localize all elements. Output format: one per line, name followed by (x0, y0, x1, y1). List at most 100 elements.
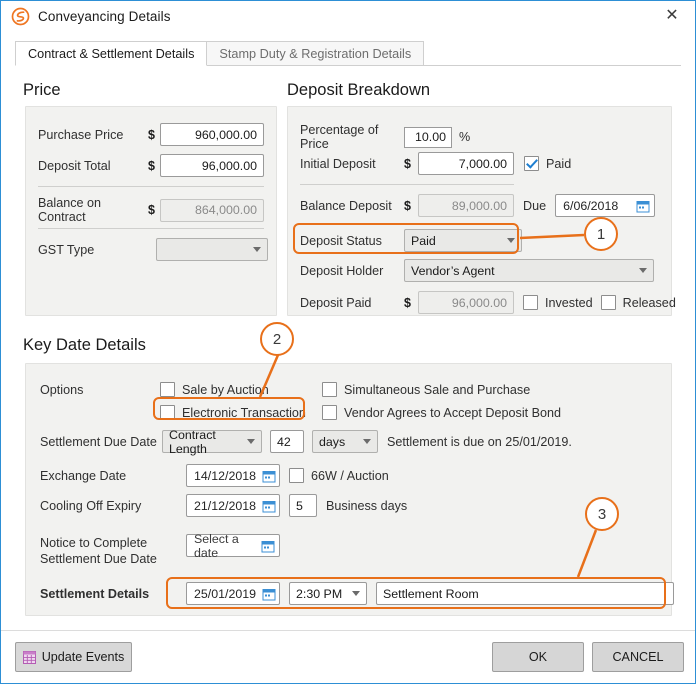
ok-button[interactable]: OK (492, 642, 584, 672)
due-date-value: 6/06/2018 (563, 198, 619, 213)
callout-bubble-2: 2 (260, 322, 294, 356)
balance-on-contract-row: Balance on Contract $ 864,000.00 (38, 196, 268, 224)
chevron-down-icon (253, 247, 261, 252)
settlement-place-input[interactable]: Settlement Room (376, 582, 674, 605)
notice-to-complete-date-input[interactable]: Select a date (186, 532, 280, 560)
deposit-holder-row: Deposit Holder Vendor’s Agent (300, 259, 654, 282)
settlement-due-note: Settlement is due on 25/01/2019. (387, 434, 572, 449)
gst-type-row: GST Type (38, 238, 268, 261)
initial-deposit-label: Initial Deposit (300, 156, 376, 171)
option-electronic-transaction-checkbox[interactable] (160, 405, 175, 420)
percentage-of-price-input[interactable]: 10.00 (404, 126, 452, 148)
exchange-66w-auction-checkbox[interactable] (289, 468, 304, 483)
deposit-released-label: Released (622, 295, 676, 310)
deposit-paid-label: Deposit Paid (300, 295, 372, 310)
option-simultaneous-sale-label: Simultaneous Sale and Purchase (344, 382, 531, 397)
deposit-breakdown-heading: Deposit Breakdown (287, 81, 431, 99)
cooling-off-expiry-value: 21/12/2018 (194, 498, 257, 513)
settlement-time-dropdown[interactable]: 2:30 PM (289, 582, 367, 605)
deposit-released-checkbox[interactable] (600, 295, 616, 310)
settlement-date-value: 25/01/2019 (194, 586, 257, 601)
cancel-button[interactable]: CANCEL (592, 642, 684, 672)
initial-deposit-input[interactable]: 7,000.00 (418, 152, 514, 175)
tab-bar: Contract & Settlement Details Stamp Duty… (15, 40, 695, 66)
initial-deposit-row: Initial Deposit $ 7,000.00 Paid (300, 152, 571, 175)
deposit-invested-label: Invested (545, 295, 593, 310)
swirl-logo-icon (11, 7, 30, 26)
notice-to-complete-row: Notice to Complete Settlement Due Date S… (40, 532, 280, 567)
tab-stamp-duty-registration-details[interactable]: Stamp Duty & Registration Details (206, 41, 425, 66)
chevron-down-icon (352, 591, 360, 596)
option-simultaneous-sale-checkbox[interactable] (322, 382, 337, 397)
deposit-holder-dropdown[interactable]: Vendor’s Agent (404, 259, 654, 282)
deposit-holder-value: Vendor’s Agent (411, 263, 495, 278)
gst-type-dropdown[interactable] (155, 238, 268, 261)
chevron-down-icon (639, 268, 647, 273)
percentage-of-price-row: Percentage of Price 10.00 % (300, 123, 470, 151)
calendar-icon (262, 500, 276, 512)
settlement-unit-dropdown[interactable]: days (312, 430, 378, 453)
deposit-paid-row: Deposit Paid $ 96,000.00 Invested Releas… (300, 291, 676, 314)
update-events-button[interactable]: Update Events (15, 642, 132, 672)
option-electronic-transaction-label: Electronic Transaction (182, 405, 306, 420)
deposit-total-label: Deposit Total (38, 158, 111, 173)
window-title: Conveyancing Details (38, 9, 171, 24)
chevron-down-icon (247, 439, 255, 444)
purchase-price-input[interactable]: 960,000.00 (160, 123, 264, 146)
update-events-label: Update Events (41, 650, 125, 664)
percentage-of-price-label: Percentage of Price (300, 123, 379, 151)
exchange-date-input[interactable]: 14/12/2018 (186, 464, 280, 487)
calendar-icon (261, 540, 275, 552)
key-date-details-heading: Key Date Details (23, 336, 146, 354)
exchange-date-value: 14/12/2018 (194, 468, 257, 483)
option-sale-by-auction-checkbox[interactable] (160, 382, 175, 397)
initial-deposit-currency: $ (404, 156, 411, 171)
cooling-off-days-input[interactable]: 5 (289, 494, 317, 517)
close-icon[interactable]: ✕ (649, 1, 695, 31)
purchase-price-currency: $ (148, 127, 155, 142)
initial-deposit-paid-label: Paid (546, 156, 572, 171)
title-bar: Conveyancing Details ✕ (1, 1, 695, 32)
balance-deposit-due-label: Due (523, 198, 547, 213)
exchange-date-label: Exchange Date (40, 468, 127, 483)
deposit-breakdown-panel: Percentage of Price 10.00 % Initial Depo… (287, 106, 676, 316)
cooling-off-expiry-row: Cooling Off Expiry 21/12/2018 5 Business… (40, 494, 407, 517)
purchase-price-label: Purchase Price (38, 127, 124, 142)
cooling-off-days-label: Business days (326, 498, 408, 513)
purchase-price-row: Purchase Price $ 960,000.00 (38, 123, 268, 146)
deposit-invested-checkbox[interactable] (523, 295, 538, 310)
settlement-due-date-label: Settlement Due Date (40, 434, 157, 449)
balance-deposit-row: Balance Deposit $ 89,000.00 Due 6/06/201… (300, 194, 656, 217)
initial-deposit-paid-checkbox[interactable] (524, 156, 539, 171)
deposit-holder-label: Deposit Holder (300, 263, 384, 278)
options-row-2: Electronic Transaction Vendor Agrees to … (160, 405, 561, 420)
cancel-label: CANCEL (612, 650, 664, 664)
tab-label: Stamp Duty & Registration Details (219, 46, 412, 61)
settlement-details-row: Settlement Details 25/01/2019 2:30 PM Se… (40, 582, 674, 605)
balance-on-contract-value: 864,000.00 (160, 198, 264, 222)
chevron-down-icon (507, 238, 515, 243)
settlement-unit-value: days (319, 434, 346, 449)
balance-deposit-due-date[interactable]: 6/06/2018 (555, 194, 656, 217)
settlement-details-date-input[interactable]: 25/01/2019 (186, 582, 280, 605)
deposit-status-dropdown[interactable]: Paid (404, 229, 522, 252)
chevron-down-icon (363, 439, 371, 444)
calendar-icon (262, 588, 276, 600)
settlement-basis-dropdown[interactable]: Contract Length (162, 428, 262, 456)
options-label: Options (40, 382, 84, 397)
deposit-total-input[interactable]: 96,000.00 (160, 154, 264, 177)
price-divider-2 (38, 228, 264, 229)
deposit-divider-1 (300, 184, 514, 185)
settlement-time-value: 2:30 PM (296, 586, 343, 601)
option-sale-by-auction-label: Sale by Auction (182, 382, 269, 397)
key-date-details-panel: Options Sale by Auction Simultaneous Sal… (25, 363, 674, 616)
deposit-status-value: Paid (411, 233, 436, 248)
deposit-status-row: Deposit Status Paid (300, 229, 522, 252)
cooling-off-expiry-input[interactable]: 21/12/2018 (186, 494, 280, 517)
callout-bubble-1: 1 (584, 217, 618, 251)
conveyancing-details-window: Conveyancing Details ✕ Contract & Settle… (0, 0, 696, 684)
settlement-length-input[interactable]: 42 (270, 430, 304, 453)
tab-contract-settlement-details[interactable]: Contract & Settlement Details (15, 41, 208, 66)
price-heading: Price (23, 81, 61, 99)
option-vendor-deposit-bond-checkbox[interactable] (322, 405, 337, 420)
